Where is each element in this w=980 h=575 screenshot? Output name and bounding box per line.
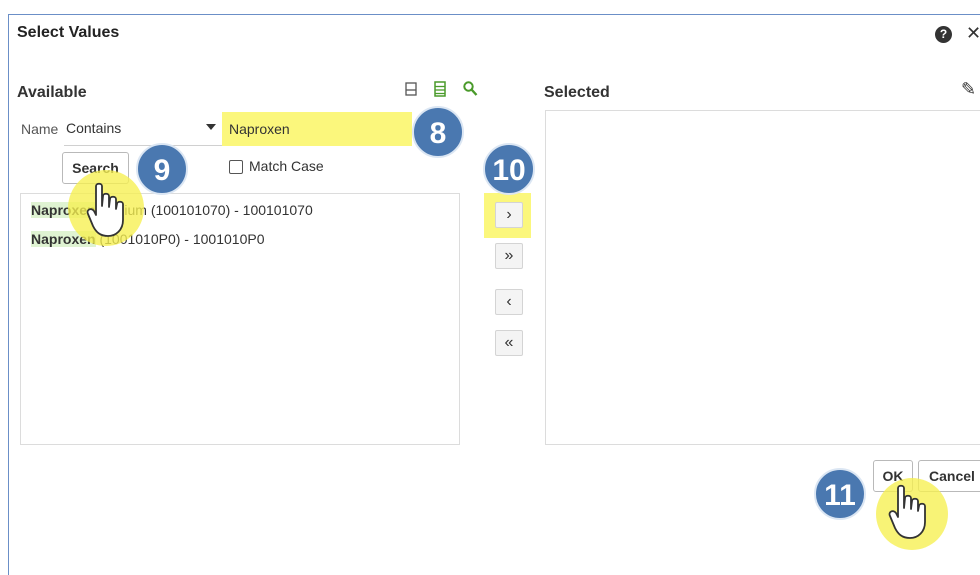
move-all-button[interactable]: »	[495, 243, 523, 269]
list-view-icon[interactable]	[432, 80, 448, 98]
remove-selected-button[interactable]: ‹	[495, 289, 523, 315]
step-badge-8: 8	[412, 106, 464, 158]
list-item[interactable]: Naproxen (1001010P0) - 1001010P0	[31, 231, 265, 247]
operator-select[interactable]: Contains	[64, 114, 222, 146]
step-badge-10: 10	[483, 143, 535, 195]
match-case-label: Match Case	[249, 158, 324, 174]
move-selected-button[interactable]: ›	[495, 202, 523, 228]
remove-all-button[interactable]: «	[495, 330, 523, 356]
pencil-icon[interactable]: ✎	[961, 79, 976, 100]
selected-list[interactable]	[545, 110, 980, 445]
selected-label: Selected	[544, 84, 610, 101]
close-icon[interactable]: ✕	[966, 23, 980, 44]
help-icon[interactable]: ?	[935, 26, 952, 43]
chevron-down-icon[interactable]	[206, 124, 216, 130]
step-badge-11: 11	[814, 468, 866, 520]
match-case-checkbox[interactable]	[229, 160, 243, 174]
name-label: Name	[21, 121, 59, 137]
available-label: Available	[17, 84, 87, 101]
search-input[interactable]	[222, 112, 412, 146]
pointer-hand-icon	[888, 484, 926, 539]
pointer-hand-icon	[86, 182, 124, 237]
step-badge-9: 9	[136, 143, 188, 195]
dialog-title: Select Values	[17, 24, 120, 41]
search-icon[interactable]	[462, 80, 478, 98]
single-view-icon[interactable]	[403, 80, 419, 98]
